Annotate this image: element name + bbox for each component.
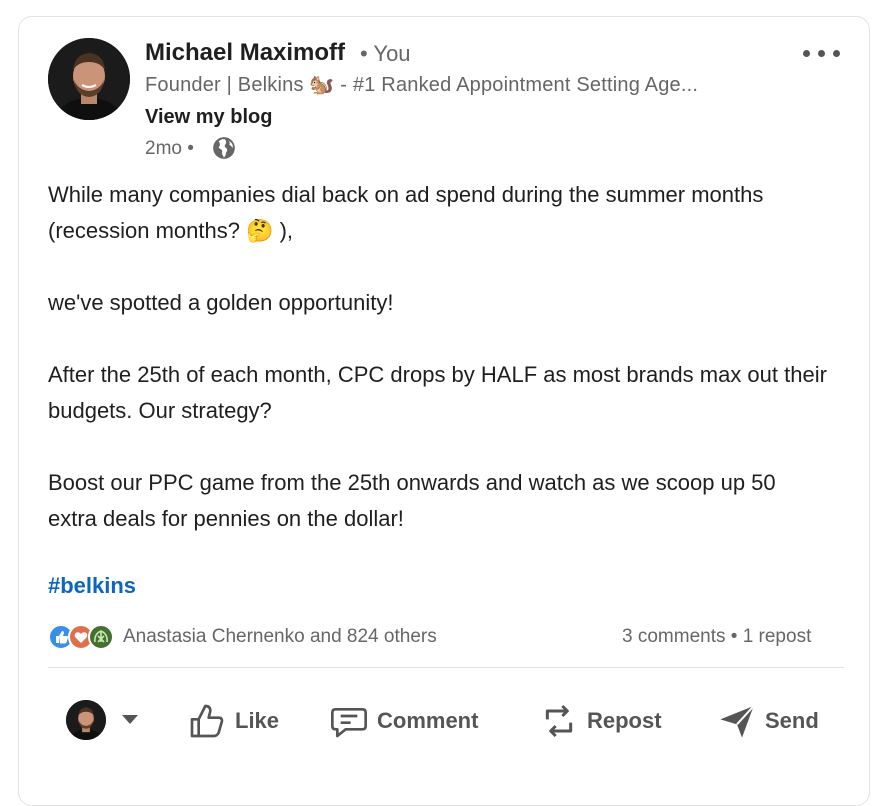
view-blog-link[interactable]: View my blog xyxy=(145,106,272,129)
post-paragraph: we've spotted a golden opportunity! xyxy=(48,290,394,315)
author-relation: • You xyxy=(360,41,411,66)
author-headline: Founder | Belkins 🐿️ - #1 Ranked Appoint… xyxy=(145,74,699,96)
like-button[interactable]: Like xyxy=(187,699,279,743)
thumbs-up-icon xyxy=(190,704,224,738)
post-paragraph: After the 25th of each month, CPC drops … xyxy=(48,362,827,423)
like-label: Like xyxy=(235,708,280,733)
divider xyxy=(48,667,844,668)
social-counts[interactable]: 3 comments • 1 repost xyxy=(622,626,811,648)
repost-arrows-icon xyxy=(545,704,573,738)
repost-button[interactable]: Repost xyxy=(539,699,662,743)
send-label: Send xyxy=(765,708,819,733)
more-options-button[interactable] xyxy=(803,47,843,61)
reactions-summary[interactable] xyxy=(48,624,120,650)
more-horizontal-icon xyxy=(803,50,810,57)
more-horizontal-icon xyxy=(833,50,840,57)
globe-icon xyxy=(213,137,235,159)
hashtag-link[interactable]: #belkins xyxy=(48,573,136,599)
insightful-reaction-icon xyxy=(88,624,114,650)
comment-bubble-icon xyxy=(331,708,367,738)
post-paragraph: Boost our PPC game from the 25th onwards… xyxy=(48,470,776,531)
comment-button[interactable]: Comment xyxy=(329,699,478,743)
chevron-down-icon[interactable] xyxy=(122,715,138,724)
action-bar: Like Comment Repost Send xyxy=(19,693,871,749)
more-horizontal-icon xyxy=(818,50,825,57)
repost-label: Repost xyxy=(587,708,662,733)
author-name[interactable]: Michael Maximoff xyxy=(145,39,345,67)
reaction-names[interactable]: Anastasia Chernenko and 824 others xyxy=(123,626,437,648)
post-card: Michael Maximoff • You Founder | Belkins… xyxy=(18,16,870,806)
post-paragraph: While many companies dial back on ad spe… xyxy=(48,182,764,243)
send-button[interactable]: Send xyxy=(717,699,819,743)
post-time: 2mo • xyxy=(145,138,194,159)
actor-avatar[interactable] xyxy=(66,700,106,740)
paper-plane-icon xyxy=(720,705,755,738)
post-body: While many companies dial back on ad spe… xyxy=(48,177,828,537)
comment-label: Comment xyxy=(377,708,479,733)
author-avatar[interactable] xyxy=(48,38,130,120)
